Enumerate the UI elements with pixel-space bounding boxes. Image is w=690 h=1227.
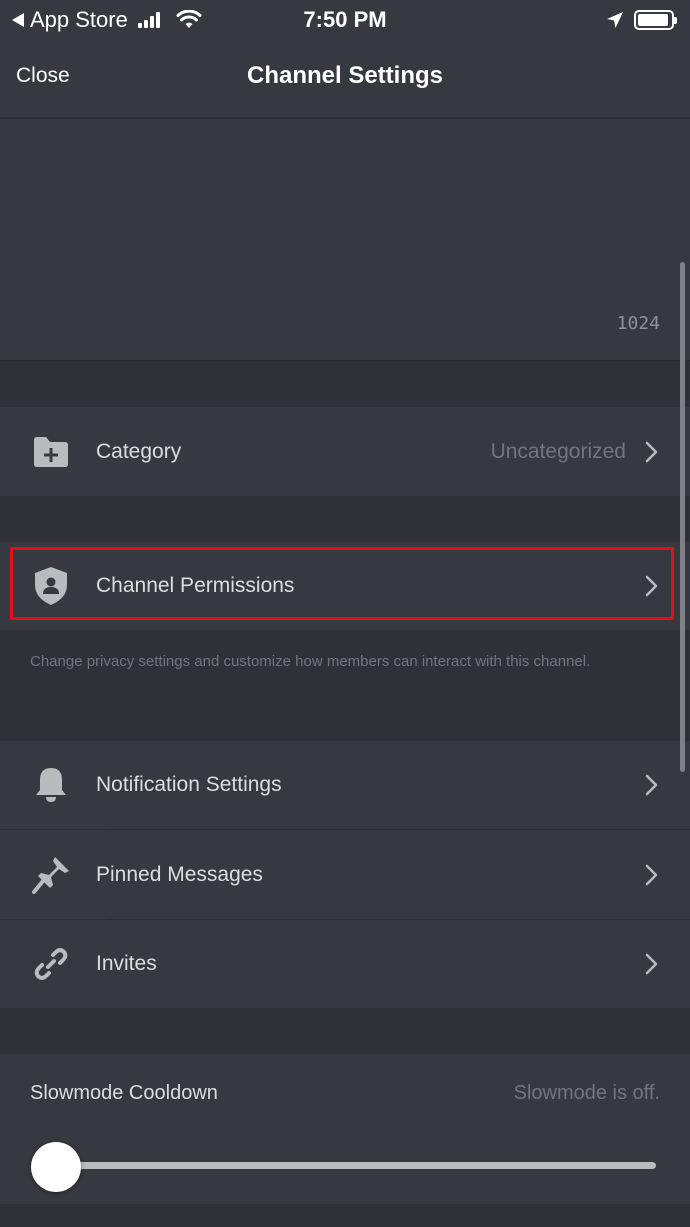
folder-plus-icon	[30, 431, 72, 473]
character-count: 1024	[616, 313, 660, 334]
invites-label: Invites	[96, 952, 157, 975]
pinned-messages-row[interactable]: Pinned Messages	[0, 830, 690, 919]
channel-topic-input[interactable]: 1024	[0, 119, 690, 361]
chevron-right-icon	[645, 864, 658, 885]
chevron-right-icon	[645, 441, 658, 462]
status-bar: App Store 7:50 PM	[0, 0, 690, 40]
pin-icon	[30, 854, 72, 896]
category-label: Category	[96, 439, 182, 463]
bell-icon	[30, 764, 72, 806]
bottom-strip	[0, 1204, 690, 1227]
slowmode-value: Slowmode is off.	[513, 1082, 660, 1104]
section-gap	[0, 362, 690, 406]
chevron-right-icon	[645, 953, 658, 975]
highlight-box	[10, 547, 674, 620]
slowmode-slider-thumb[interactable]	[31, 1142, 81, 1192]
section-gap	[0, 497, 690, 541]
category-value: Uncategorized	[490, 439, 626, 463]
location-arrow-icon	[607, 12, 623, 28]
slowmode-slider-track[interactable]	[56, 1162, 656, 1169]
battery-icon	[634, 10, 677, 30]
chevron-right-icon	[645, 774, 658, 796]
section-gap	[0, 1009, 690, 1053]
category-row[interactable]: Category Uncategorized	[0, 407, 690, 496]
permissions-helper-text: Change privacy settings and customize ho…	[30, 653, 591, 670]
nav-bar: Close Channel Settings	[0, 40, 690, 118]
link-icon	[30, 943, 72, 985]
slowmode-label: Slowmode Cooldown	[30, 1082, 218, 1104]
pinned-messages-label: Pinned Messages	[96, 862, 263, 886]
scrollbar[interactable]	[680, 262, 685, 772]
page-title: Channel Settings	[246, 62, 444, 89]
slowmode-section: Slowmode Cooldown Slowmode is off.	[0, 1054, 690, 1204]
invites-row[interactable]: Invites	[0, 920, 690, 1008]
notification-settings-label: Notification Settings	[96, 773, 282, 796]
status-time: 7:50 PM	[303, 7, 387, 32]
notification-settings-row[interactable]: Notification Settings	[0, 741, 690, 829]
